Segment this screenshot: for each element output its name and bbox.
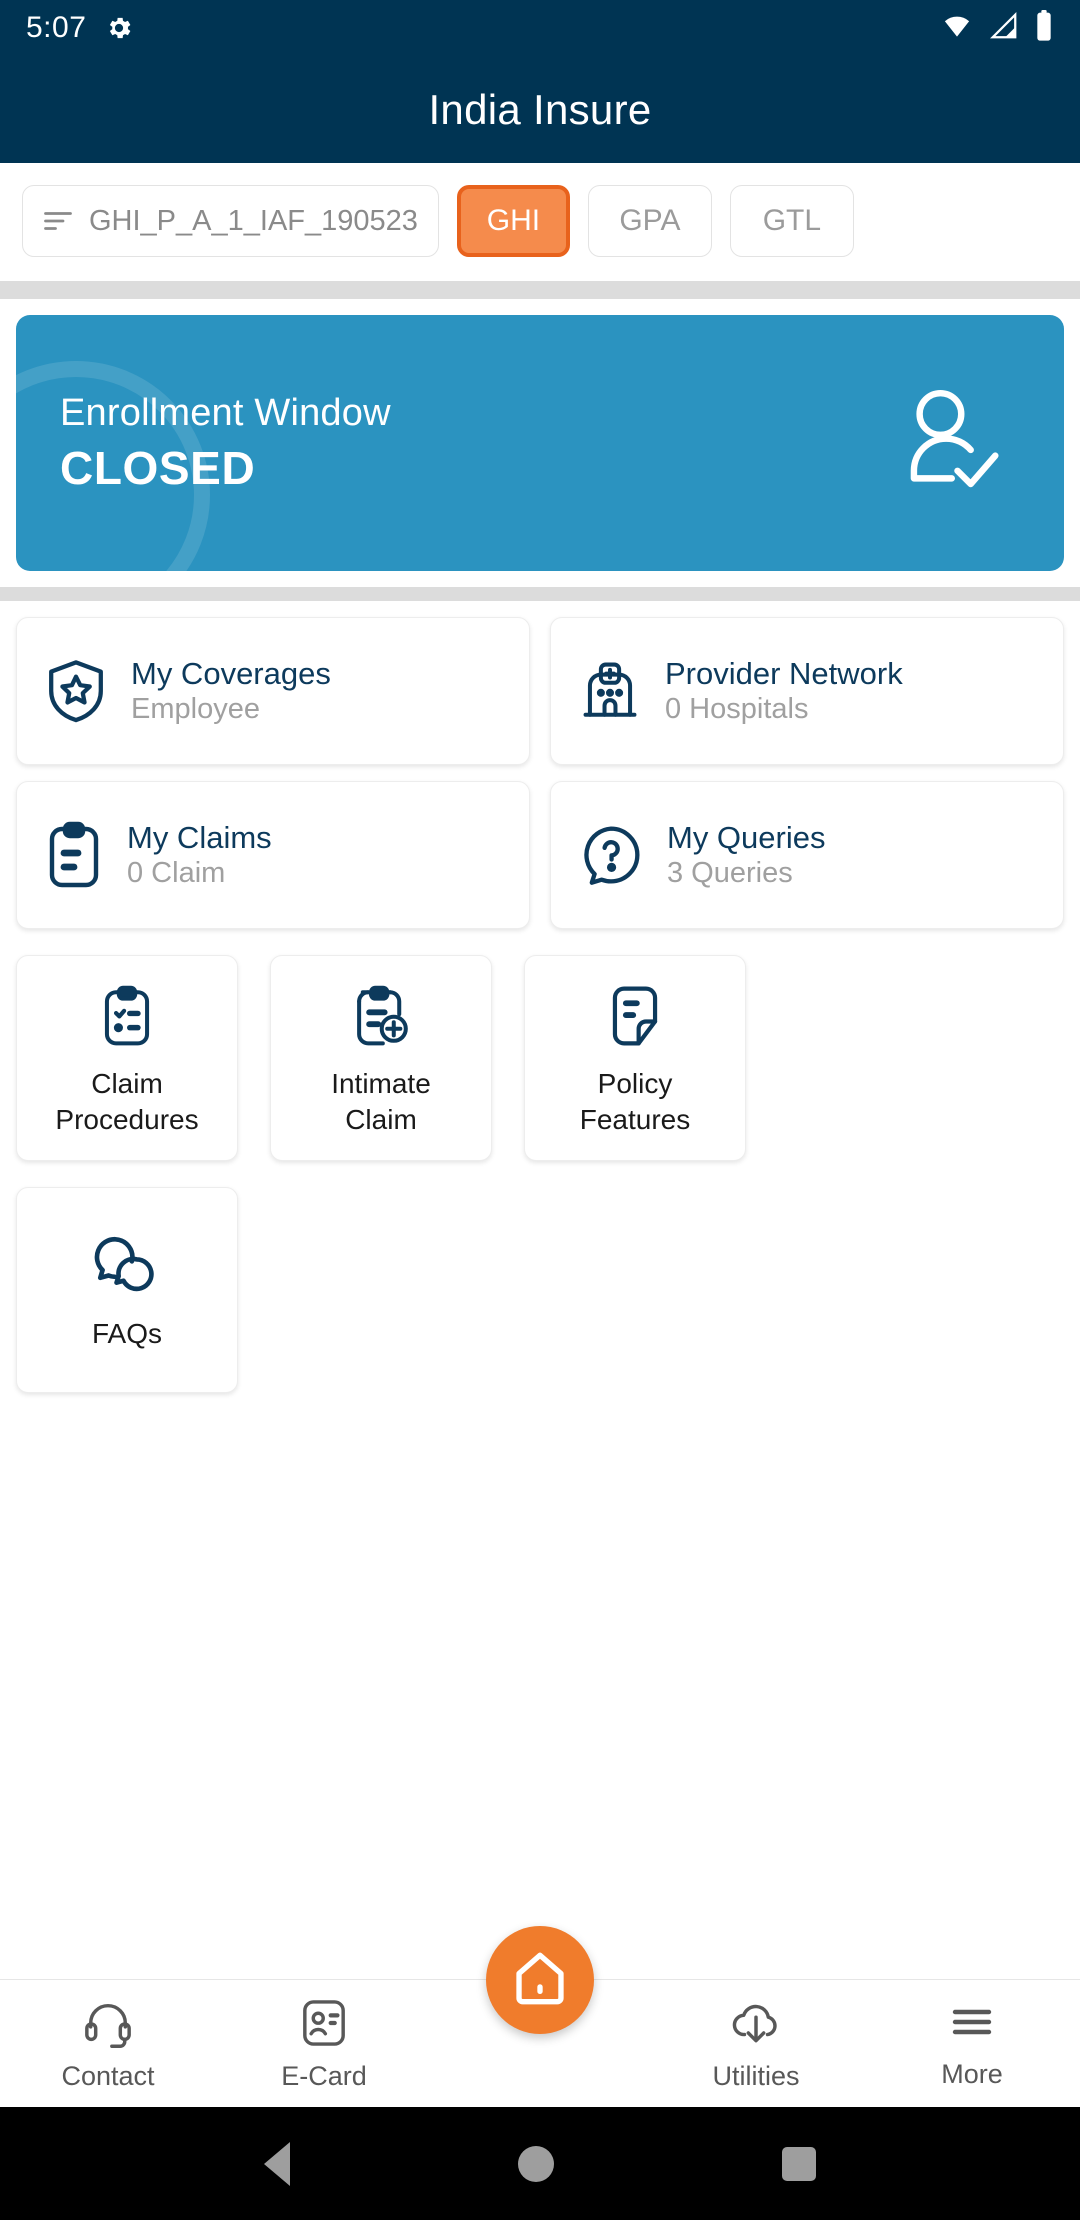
clipboard-icon	[45, 821, 103, 889]
chat-bubbles-icon	[94, 1235, 160, 1302]
chip-gpa[interactable]: GPA	[587, 185, 712, 257]
nav-item-utilities[interactable]: Utilities	[648, 1998, 864, 2092]
home-fab-button[interactable]	[486, 1926, 594, 2034]
person-check-icon	[894, 388, 1002, 499]
enrollment-banner-wrapper: Enrollment Window CLOSED	[0, 299, 1080, 587]
tile-label-line2: Features	[579, 1103, 691, 1135]
tile-label-line1: Intimate	[331, 1067, 431, 1099]
action-tile-row-1: Claim Procedures Intimate Claim Policy F…	[16, 955, 1064, 1161]
nav-item-utilities-label: Utilities	[712, 2061, 800, 2091]
chip-ghi[interactable]: GHI	[456, 185, 570, 257]
status-bar: 5:07	[0, 0, 1080, 56]
info-card-row-2: My Claims 0 Claim My Queries 3 Queries	[16, 781, 1064, 929]
card-my-coverages[interactable]: My Coverages Employee	[16, 617, 530, 765]
card-my-queries[interactable]: My Queries 3 Queries	[550, 781, 1064, 929]
card-subtitle: 0 Hospitals	[665, 693, 809, 726]
tile-label-line2: Claim	[345, 1103, 417, 1135]
tile-faqs-label: FAQs	[91, 1317, 162, 1349]
bottom-navigation: Contact E-Card Utilities More	[0, 1926, 1080, 2107]
recents-square-icon[interactable]	[782, 2146, 816, 2181]
home-icon	[511, 1949, 569, 2012]
clipboard-plus-icon	[353, 985, 409, 1052]
status-bar-icons	[940, 9, 1054, 47]
tile-claim-procedures-label: Claim Procedures	[55, 1066, 198, 1138]
page-title: India Insure	[428, 85, 652, 133]
main-content: My Coverages Employee Provider Network 0…	[0, 601, 1080, 1979]
signal-icon	[988, 11, 1020, 46]
app-bar: India Insure	[0, 56, 1080, 163]
card-title: My Claims	[127, 819, 272, 855]
banner-status: CLOSED	[60, 441, 256, 494]
card-provider-network[interactable]: Provider Network 0 Hospitals	[550, 617, 1064, 765]
tile-label-line1: Policy	[597, 1067, 673, 1099]
card-my-queries-text: My Queries 3 Queries	[667, 820, 825, 891]
section-divider-middle	[0, 587, 1080, 601]
headset-icon	[83, 1998, 133, 2053]
card-title: My Queries	[667, 819, 826, 855]
tile-faqs[interactable]: FAQs	[16, 1187, 238, 1393]
enrollment-banner[interactable]: Enrollment Window CLOSED	[16, 315, 1064, 571]
nav-item-contact[interactable]: Contact	[0, 1998, 216, 2092]
filter-row: GHI_P_A_1_IAF_190523 GHI GPA GTL	[0, 163, 1080, 281]
tile-intimate-claim-label: Intimate Claim	[331, 1066, 431, 1138]
wifi-icon	[940, 11, 974, 46]
card-title: My Coverages	[131, 655, 331, 691]
tile-intimate-claim[interactable]: Intimate Claim	[270, 955, 492, 1161]
tile-policy-features-label: Policy Features	[580, 1066, 691, 1138]
back-triangle-icon[interactable]	[264, 2141, 290, 2186]
id-card-icon	[301, 1998, 347, 2053]
hospital-icon	[579, 659, 641, 723]
card-subtitle: 3 Queries	[667, 857, 793, 890]
banner-title: Enrollment Window	[60, 391, 391, 434]
cloud-download-icon	[731, 1998, 781, 2053]
nav-item-ecard-label: E-Card	[281, 2061, 367, 2091]
section-divider-top	[0, 281, 1080, 299]
tile-policy-features[interactable]: Policy Features	[524, 955, 746, 1161]
card-my-claims[interactable]: My Claims 0 Claim	[16, 781, 530, 929]
tile-label-line2: Procedures	[55, 1103, 199, 1135]
tile-claim-procedures[interactable]: Claim Procedures	[16, 955, 238, 1161]
nav-item-more-label: More	[941, 2059, 1003, 2089]
checklist-clipboard-icon	[100, 985, 154, 1052]
info-card-row-1: My Coverages Employee Provider Network 0…	[16, 617, 1064, 765]
gear-icon	[104, 13, 134, 43]
phone-screen: 5:07 India Insure GHI_P_A_1_IAF_190523 G…	[0, 0, 1080, 2220]
shield-star-icon	[45, 658, 107, 724]
hamburger-icon	[948, 1998, 996, 2051]
policy-selector[interactable]: GHI_P_A_1_IAF_190523	[22, 185, 439, 257]
filter-icon	[43, 208, 73, 234]
card-title: Provider Network	[665, 655, 903, 691]
card-my-coverages-text: My Coverages Employee	[131, 656, 331, 727]
battery-icon	[1034, 9, 1054, 47]
document-fold-icon	[608, 985, 662, 1052]
home-circle-icon[interactable]	[518, 2145, 554, 2182]
nav-item-ecard[interactable]: E-Card	[216, 1998, 432, 2092]
action-tile-row-2: FAQs	[16, 1187, 1064, 1393]
nav-item-contact-label: Contact	[61, 2061, 155, 2091]
card-subtitle: 0 Claim	[127, 857, 226, 890]
policy-selector-value: GHI_P_A_1_IAF_190523	[89, 204, 418, 237]
nav-item-more[interactable]: More	[864, 1998, 1080, 2090]
chip-gtl[interactable]: GTL	[729, 185, 854, 257]
card-provider-network-text: Provider Network 0 Hospitals	[665, 656, 903, 727]
banner-text: Enrollment Window CLOSED	[60, 392, 391, 495]
card-subtitle: Employee	[131, 693, 260, 726]
question-bubble-icon	[579, 823, 643, 887]
card-my-claims-text: My Claims 0 Claim	[127, 820, 272, 891]
tile-label-line1: Claim	[91, 1067, 163, 1099]
android-navigation-bar	[0, 2107, 1080, 2220]
status-bar-time: 5:07	[26, 11, 87, 44]
